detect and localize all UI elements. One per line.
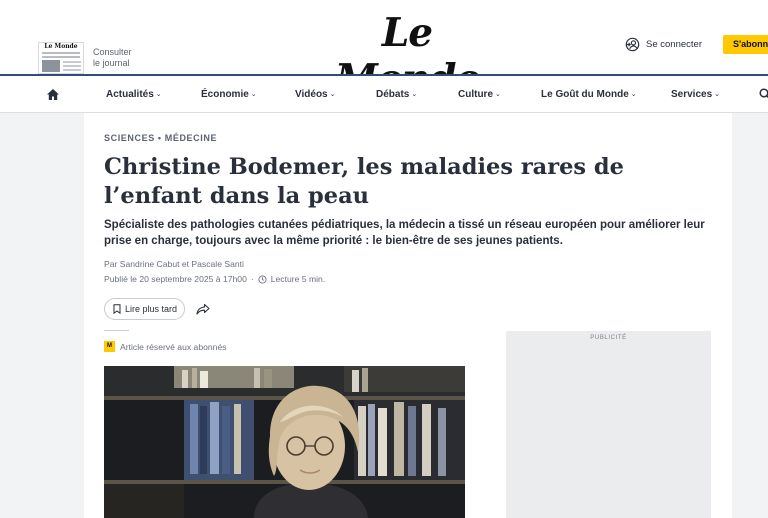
- article-lead: Spécialiste des pathologies cutanées péd…: [104, 219, 705, 247]
- divider: [104, 330, 129, 331]
- chevron-down-icon: ⌄: [495, 91, 501, 98]
- nav-item-actualites[interactable]: Actualités ⌄: [106, 89, 162, 100]
- nav-item-label: Économie: [201, 89, 249, 100]
- nav-item-label: Le Goût du Monde: [541, 89, 629, 100]
- nav-item-services[interactable]: Services ⌄: [671, 89, 720, 100]
- share-icon[interactable]: [196, 303, 210, 315]
- advertisement-slot[interactable]: PUBLICITÉ: [506, 331, 711, 518]
- journal-thumbnail[interactable]: Le Monde: [38, 42, 84, 74]
- read-later-button[interactable]: Lire plus tard: [104, 298, 185, 320]
- read-later-label: Lire plus tard: [125, 304, 178, 314]
- home-icon[interactable]: [46, 88, 60, 101]
- consult-line-2: le journal: [93, 58, 130, 68]
- main-nav: Actualités ⌄ Économie ⌄ Vidéos ⌄ Débats ⌄ Cu…: [0, 76, 768, 113]
- search-icon[interactable]: [759, 88, 768, 100]
- consult-journal-link[interactable]: Consulter le journal: [93, 47, 132, 69]
- nav-item-videos[interactable]: Vidéos ⌄: [295, 89, 335, 100]
- chevron-down-icon: ⌄: [411, 91, 418, 98]
- nav-item-label: Actualités: [106, 89, 154, 100]
- nav-item-label: Services: [671, 89, 713, 100]
- nav-item-label: Vidéos: [295, 89, 328, 100]
- nav-item-label: Culture: [458, 89, 493, 100]
- subscriber-note: Article réservé aux abonnés: [120, 341, 227, 352]
- site-header: Le Monde Consulter le journal Le Monde S…: [0, 0, 768, 102]
- dateline-separator: ·: [250, 274, 254, 284]
- login-label: Se connecter: [646, 39, 702, 50]
- article-title: Christine Bodemer, les maladies rares de…: [104, 154, 624, 209]
- chevron-down-icon: ⌄: [155, 91, 162, 98]
- article-dateline: Publié le 20 septembre 2025 à 17h00 · Le…: [104, 274, 325, 284]
- subscriber-badge-icon: M: [104, 341, 115, 352]
- consult-line-1: Consulter: [93, 47, 132, 57]
- reading-time: Lecture 5 min.: [270, 274, 326, 284]
- breadcrumb[interactable]: SCIENCES • MÉDECINE: [104, 133, 217, 143]
- clock-icon: [258, 274, 267, 284]
- chevron-down-icon: ⌄: [250, 91, 257, 98]
- journal-thumb-masthead: Le Monde: [44, 43, 78, 50]
- bookmark-icon: [113, 304, 121, 314]
- nav-item-debats[interactable]: Débats ⌄: [376, 89, 417, 100]
- article-byline[interactable]: Par Sandrine Cabut et Pascale Santi: [104, 259, 244, 269]
- nav-item-label: Débats: [376, 89, 410, 100]
- nav-item-economie[interactable]: Économie ⌄: [201, 89, 257, 100]
- chevron-down-icon: ⌄: [329, 91, 336, 98]
- chevron-down-icon: ⌄: [714, 91, 721, 98]
- login-button[interactable]: Se connecter: [625, 37, 702, 52]
- chevron-down-icon: ⌄: [630, 91, 637, 98]
- nav-item-culture[interactable]: Culture ⌄: [458, 89, 501, 100]
- publish-date: Publié le 20 septembre 2025 à 17h00: [104, 274, 247, 284]
- subscriber-notice: M Article réservé aux abonnés: [104, 341, 227, 352]
- nav-item-gout-du-monde[interactable]: Le Goût du Monde ⌄: [541, 89, 637, 100]
- article-container: SCIENCES • MÉDECINE Christine Bodemer, l…: [84, 113, 732, 518]
- subscribe-button[interactable]: S'abonne: [723, 35, 768, 54]
- ad-label: PUBLICITÉ: [590, 335, 627, 341]
- portrait-photo: [104, 366, 465, 518]
- article-photo: [104, 366, 465, 518]
- user-login-icon: [625, 37, 640, 52]
